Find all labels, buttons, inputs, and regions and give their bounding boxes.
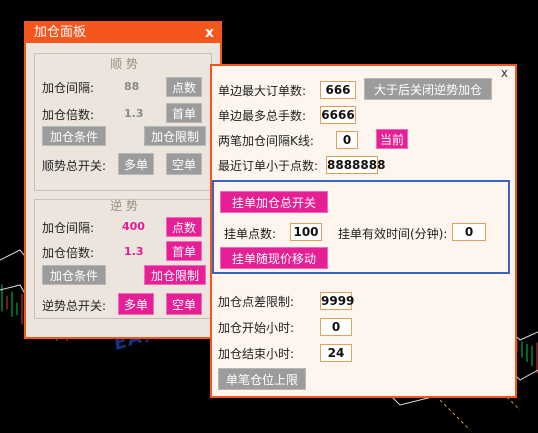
spread-limit-field[interactable]: 9999 — [320, 292, 354, 310]
counter-condition-button[interactable]: 加仓条件 — [42, 265, 106, 285]
pending-valid-label: 挂单有效时间(分钟): — [338, 227, 448, 241]
start-hour-label: 加仓开始小时: — [218, 321, 295, 335]
trend-sell-button[interactable]: 空单 — [166, 153, 202, 175]
add-position-panel: 加仓面板 x 顺 势 加仓间隔: 88 点数 加仓倍数: 1.3 首单 加仓条件… — [24, 21, 222, 339]
counter-first-order-button[interactable]: 首单 — [166, 241, 202, 261]
pending-valid-field[interactable]: 0 — [452, 223, 486, 241]
trend-first-order-button[interactable]: 首单 — [166, 103, 202, 123]
max-orders-field[interactable]: 666 — [320, 81, 356, 99]
pending-follow-button[interactable]: 挂单随现价移动 — [220, 247, 328, 269]
trend-group-title: 顺 势 — [110, 57, 138, 71]
close-icon[interactable]: x — [205, 24, 214, 42]
single-limit-button[interactable]: 单笔仓位上限 — [218, 368, 306, 390]
panel-title: 加仓面板 — [34, 25, 87, 40]
trend-interval-value[interactable]: 88 — [124, 80, 139, 93]
current-button[interactable]: 当前 — [376, 129, 408, 149]
close-counter-button[interactable]: 大于后关闭逆势加仓 — [364, 78, 492, 100]
counter-sell-button[interactable]: 空单 — [166, 293, 202, 315]
trend-points-button[interactable]: 点数 — [166, 77, 202, 97]
max-orders-label: 单边最大订单数: — [218, 84, 307, 98]
trend-interval-label: 加仓间隔: — [42, 81, 95, 95]
panel-title-bar: 加仓面板 — [26, 23, 220, 43]
counter-switch-label: 逆势总开关: — [42, 299, 107, 313]
pending-switch-button[interactable]: 挂单加仓总开关 — [220, 191, 328, 213]
counter-interval-value[interactable]: 400 — [122, 220, 145, 233]
end-hour-field[interactable]: 24 — [320, 344, 352, 362]
recent-order-field[interactable]: 8888888 — [326, 156, 385, 174]
recent-order-label: 最近订单小于点数: — [218, 159, 319, 173]
pending-points-label: 挂单点数: — [224, 227, 277, 241]
start-hour-field[interactable]: 0 — [320, 318, 352, 336]
counter-limit-button[interactable]: 加仓限制 — [144, 265, 206, 285]
add-position-settings-panel: x 单边最大订单数: 666 大于后关闭逆势加仓 单边最多总手数: 6666 两… — [210, 64, 517, 398]
trend-multiplier-value[interactable]: 1.3 — [124, 107, 144, 120]
max-lots-field[interactable]: 6666 — [320, 106, 356, 124]
end-hour-label: 加仓结束小时: — [218, 347, 295, 361]
trend-multiplier-label: 加仓倍数: — [42, 108, 95, 122]
trend-buy-button[interactable]: 多单 — [118, 153, 154, 175]
pending-points-field[interactable]: 100 — [290, 223, 322, 241]
kline-gap-label: 两笔加仓间隔K线: — [218, 134, 314, 148]
counter-group-title: 逆 势 — [110, 199, 138, 213]
trend-limit-button[interactable]: 加仓限制 — [144, 126, 206, 146]
kline-gap-field[interactable]: 0 — [336, 131, 358, 149]
trend-switch-label: 顺势总开关: — [42, 159, 107, 173]
counter-interval-label: 加仓间隔: — [42, 221, 95, 235]
spread-limit-label: 加仓点差限制: — [218, 295, 295, 309]
trend-condition-button[interactable]: 加仓条件 — [42, 126, 106, 146]
close-icon[interactable]: x — [501, 66, 508, 80]
counter-multiplier-label: 加仓倍数: — [42, 246, 95, 260]
max-lots-label: 单边最多总手数: — [218, 109, 307, 123]
counter-buy-button[interactable]: 多单 — [118, 293, 154, 315]
counter-multiplier-value[interactable]: 1.3 — [124, 245, 144, 258]
counter-points-button[interactable]: 点数 — [166, 217, 202, 237]
